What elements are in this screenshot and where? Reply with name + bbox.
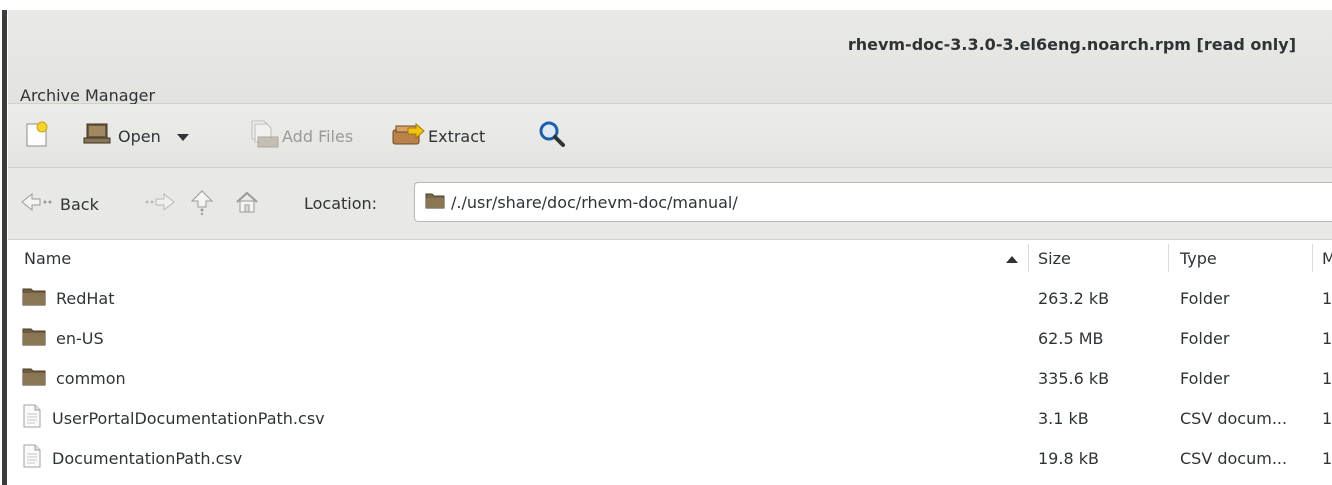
search-icon — [538, 120, 566, 152]
file-modified: 1 — [1322, 448, 1332, 468]
archive-manager-window: rhevm-doc-3.3.0-3.el6eng.noarch.rpm [rea… — [8, 0, 1332, 485]
find-button[interactable] — [538, 120, 566, 152]
forward-button[interactable] — [144, 190, 176, 218]
up-arrow-icon — [190, 189, 214, 219]
window-edge — [0, 0, 8, 485]
add-files-label: Add Files — [282, 126, 354, 146]
file-name: RedHat — [56, 288, 115, 308]
up-button[interactable] — [190, 190, 214, 218]
sort-ascending-icon — [1006, 249, 1018, 268]
location-field[interactable]: /./usr/share/doc/rhevm-doc/manual/ — [414, 182, 1332, 222]
file-modified: 1 — [1322, 368, 1332, 388]
file-name-cell: RedHat — [22, 278, 115, 318]
extract-button[interactable]: Extract — [390, 122, 485, 150]
document-icon — [22, 444, 42, 472]
file-name-cell: common — [22, 358, 126, 398]
column-modified-label: M — [1322, 249, 1332, 268]
folder-icon — [425, 191, 445, 213]
file-type: CSV docum... — [1180, 408, 1288, 428]
window-title: rhevm-doc-3.3.0-3.el6eng.noarch.rpm [rea… — [847, 35, 1296, 54]
file-size: 263.2 kB — [1038, 288, 1110, 308]
file-name: common — [56, 368, 126, 388]
home-button[interactable] — [234, 190, 260, 218]
file-modified: 1 — [1322, 288, 1332, 308]
file-list: Name Size Type M RedHat 263.2 kB Folder 1 en… — [8, 240, 1332, 485]
add-files-icon — [246, 119, 280, 153]
file-type: Folder — [1180, 368, 1230, 388]
table-row[interactable]: common 335.6 kB Folder 1 — [8, 358, 1332, 398]
folder-icon — [22, 366, 46, 390]
folder-icon — [22, 286, 46, 310]
column-size-header[interactable]: Size — [1038, 240, 1168, 277]
open-archive-icon — [82, 121, 112, 151]
table-row[interactable]: RedHat 263.2 kB Folder 1 — [8, 278, 1332, 318]
file-name-cell: en-US — [22, 318, 104, 358]
column-modified-header[interactable]: M — [1322, 240, 1332, 277]
app-name: Archive Manager — [20, 86, 156, 105]
toolbar: Open Add Files Extract — [8, 104, 1332, 168]
file-size: 335.6 kB — [1038, 368, 1110, 388]
folder-icon — [22, 326, 46, 350]
location-path: /./usr/share/doc/rhevm-doc/manual/ — [451, 192, 738, 212]
file-name-cell: UserPortalDocumentationPath.csv — [22, 398, 325, 438]
file-name: DocumentationPath.csv — [52, 448, 243, 468]
column-name-label: Name — [24, 249, 72, 268]
back-button[interactable]: Back — [20, 190, 99, 218]
open-button[interactable]: Open — [82, 122, 189, 150]
document-icon — [22, 404, 42, 432]
extract-icon — [390, 120, 426, 152]
column-size-label: Size — [1038, 249, 1071, 268]
home-icon — [234, 190, 260, 218]
file-type: Folder — [1180, 288, 1230, 308]
table-row[interactable]: DocumentationPath.csv 19.8 kB CSV docum...… — [8, 438, 1332, 478]
location-bar: Back Location: /./usr/share/doc/rhevm-do… — [8, 168, 1332, 240]
file-modified: 1 — [1322, 328, 1332, 348]
file-size: 62.5 MB — [1038, 328, 1104, 348]
add-files-button[interactable]: Add Files — [246, 119, 354, 153]
chevron-down-icon[interactable] — [176, 127, 189, 146]
extract-label: Extract — [428, 126, 486, 146]
file-size: 3.1 kB — [1038, 408, 1089, 428]
new-archive-icon — [24, 120, 50, 152]
file-size: 19.8 kB — [1038, 448, 1099, 468]
column-name-header[interactable]: Name — [24, 240, 1028, 277]
forward-arrow-icon — [144, 191, 176, 217]
column-type-label: Type — [1180, 249, 1217, 268]
table-row[interactable]: UserPortalDocumentationPath.csv 3.1 kB CSV… — [8, 398, 1332, 438]
file-name: en-US — [56, 328, 104, 348]
file-type: CSV docum... — [1180, 448, 1288, 468]
new-archive-button[interactable] — [24, 120, 50, 152]
file-modified: 1 — [1322, 408, 1332, 428]
table-row[interactable]: en-US 62.5 MB Folder 1 — [8, 318, 1332, 358]
file-name-cell: DocumentationPath.csv — [22, 438, 242, 478]
location-label: Location: — [304, 194, 378, 213]
file-name: UserPortalDocumentationPath.csv — [52, 408, 325, 428]
open-label: Open — [118, 126, 161, 146]
column-type-header[interactable]: Type — [1180, 240, 1312, 277]
back-label: Back — [60, 194, 99, 214]
back-arrow-icon — [20, 191, 54, 217]
file-list-header: Name Size Type M — [8, 240, 1332, 277]
title-bar[interactable]: rhevm-doc-3.3.0-3.el6eng.noarch.rpm [rea… — [8, 10, 1332, 105]
file-type: Folder — [1180, 328, 1230, 348]
